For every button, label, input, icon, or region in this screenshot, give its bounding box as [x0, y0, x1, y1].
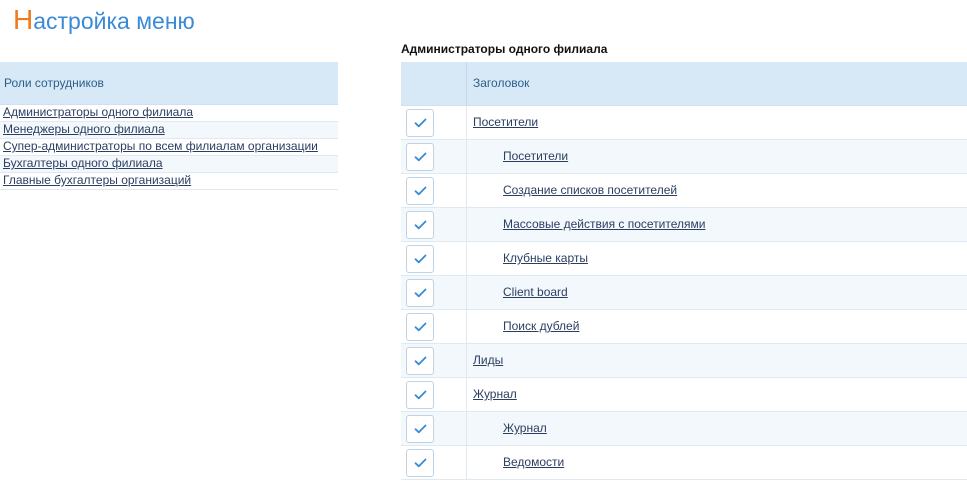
- menu-item-checkbox[interactable]: [406, 143, 434, 171]
- page-title: Настройка меню: [13, 5, 195, 36]
- menu-item-link[interactable]: Поиск дублей: [503, 319, 579, 333]
- menu-row-check-cell: [401, 208, 467, 241]
- menu-item-link[interactable]: Создание списков посетителей: [503, 183, 677, 197]
- roles-list: Администраторы одного филиала Менеджеры …: [0, 105, 338, 190]
- menu-row-check-cell: [401, 174, 467, 207]
- menu-item-checkbox[interactable]: [406, 177, 434, 205]
- page-title-first-letter: Н: [13, 4, 34, 35]
- menu-row-title-cell: Клубные карты: [467, 242, 588, 275]
- role-link-branch-admins[interactable]: Администраторы одного филиала: [3, 105, 193, 119]
- menu-header: Заголовок: [401, 62, 967, 106]
- menu-row-check-cell: [401, 106, 467, 139]
- menu-row-check-cell: [401, 378, 467, 411]
- menu-row: Лиды: [401, 344, 967, 378]
- menu-item-checkbox[interactable]: [406, 245, 434, 273]
- menu-item-checkbox[interactable]: [406, 109, 434, 137]
- menu-row-title-cell: Посетители: [467, 106, 538, 139]
- check-icon: [414, 424, 427, 434]
- menu-item-checkbox[interactable]: [406, 415, 434, 443]
- check-icon: [414, 322, 427, 332]
- check-icon: [414, 288, 427, 298]
- menu-row-check-cell: [401, 310, 467, 343]
- check-icon: [414, 458, 427, 468]
- menu-row-check-cell: [401, 446, 467, 479]
- menu-rows: Посетители Посетители Создание списков пос…: [401, 106, 967, 480]
- menu-item-checkbox[interactable]: [406, 211, 434, 239]
- menu-item-checkbox[interactable]: [406, 449, 434, 477]
- menu-item-link[interactable]: Журнал: [473, 387, 517, 401]
- menu-item-link[interactable]: Массовые действия с посетителями: [503, 217, 705, 231]
- role-link-super-admins[interactable]: Супер-администраторы по всем филиалам ор…: [3, 139, 318, 153]
- menu-row-check-cell: [401, 276, 467, 309]
- menu-item-checkbox[interactable]: [406, 381, 434, 409]
- menu-row: Клубные карты: [401, 242, 967, 276]
- menu-row-title-cell: Создание списков посетителей: [467, 174, 677, 207]
- menu-row: Посетители: [401, 106, 967, 140]
- menu-row: Создание списков посетителей: [401, 174, 967, 208]
- menu-row-title-cell: Поиск дублей: [467, 310, 579, 343]
- menu-item-link[interactable]: Client board: [503, 285, 568, 299]
- menu-row: Ведомости: [401, 446, 967, 480]
- check-icon: [414, 356, 427, 366]
- check-icon: [414, 152, 427, 162]
- menu-row: Посетители: [401, 140, 967, 174]
- role-link-branch-accountants[interactable]: Бухгалтеры одного филиала: [3, 156, 163, 170]
- menu-row-title-cell: Лиды: [467, 344, 503, 377]
- check-icon: [414, 118, 427, 128]
- menu-header-check-column: [401, 62, 467, 105]
- role-row: Бухгалтеры одного филиала: [0, 156, 338, 173]
- role-link-branch-managers[interactable]: Менеджеры одного филиала: [3, 122, 165, 136]
- check-icon: [414, 390, 427, 400]
- check-icon: [414, 254, 427, 264]
- menu-row: Массовые действия с посетителями: [401, 208, 967, 242]
- role-link-chief-accountants[interactable]: Главные бухгалтеры организаций: [3, 173, 191, 187]
- check-icon: [414, 186, 427, 196]
- menu-row-check-cell: [401, 344, 467, 377]
- role-row: Главные бухгалтеры организаций: [0, 173, 338, 190]
- roles-panel: Роли сотрудников Администраторы одного ф…: [0, 62, 338, 190]
- page-title-rest: астройка меню: [33, 8, 195, 34]
- menu-table: Заголовок Посетители Посетители Создание с…: [401, 62, 967, 480]
- menu-row-title-cell: Журнал: [467, 378, 517, 411]
- menu-header-title: Заголовок: [473, 76, 530, 90]
- role-row: Супер-администраторы по всем филиалам ор…: [0, 139, 338, 156]
- menu-row-title-cell: Client board: [467, 276, 568, 309]
- menu-item-link[interactable]: Журнал: [503, 421, 547, 435]
- menu-item-link[interactable]: Ведомости: [503, 455, 564, 469]
- role-row: Администраторы одного филиала: [0, 105, 338, 122]
- menu-row-title-cell: Массовые действия с посетителями: [467, 208, 705, 241]
- menu-row-title-cell: Журнал: [467, 412, 547, 445]
- check-icon: [414, 220, 427, 230]
- role-row: Менеджеры одного филиала: [0, 122, 338, 139]
- menu-row: Client board: [401, 276, 967, 310]
- menu-item-checkbox[interactable]: [406, 279, 434, 307]
- menu-caption: Администраторы одного филиала: [401, 42, 608, 56]
- menu-row-check-cell: [401, 242, 467, 275]
- page: Настройка меню Роли сотрудников Админист…: [0, 0, 967, 482]
- menu-item-link[interactable]: Лиды: [473, 353, 503, 367]
- menu-row-check-cell: [401, 140, 467, 173]
- menu-row-title-cell: Посетители: [467, 140, 568, 173]
- menu-row-title-cell: Ведомости: [467, 446, 564, 479]
- menu-item-link[interactable]: Клубные карты: [503, 251, 588, 265]
- menu-item-checkbox[interactable]: [406, 313, 434, 341]
- menu-row-check-cell: [401, 412, 467, 445]
- menu-row: Журнал: [401, 378, 967, 412]
- menu-row: Поиск дублей: [401, 310, 967, 344]
- menu-row: Журнал: [401, 412, 967, 446]
- menu-item-link[interactable]: Посетители: [473, 115, 538, 129]
- menu-item-checkbox[interactable]: [406, 347, 434, 375]
- roles-header: Роли сотрудников: [0, 62, 338, 105]
- menu-item-link[interactable]: Посетители: [503, 149, 568, 163]
